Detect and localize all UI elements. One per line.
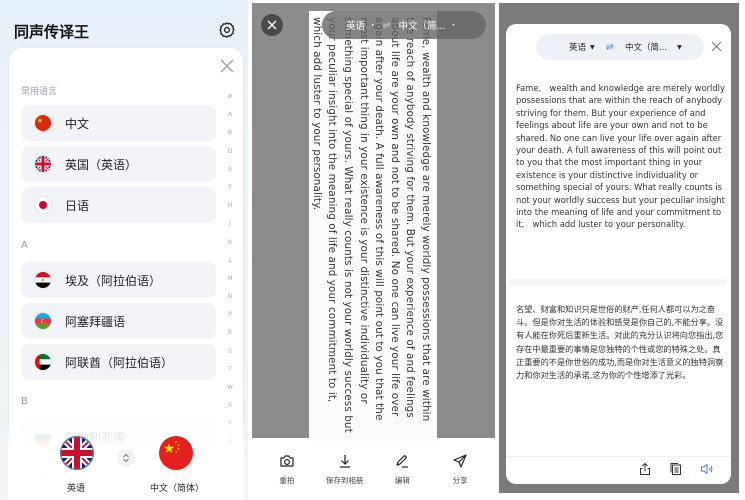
result-actions <box>638 462 714 476</box>
language-label: 中文 <box>65 116 90 131</box>
language-item-azerbaijani[interactable]: 阿塞拜疆语 <box>21 303 216 339</box>
index-letter[interactable]: T <box>228 361 232 379</box>
uk-flag-icon <box>35 156 51 172</box>
save-to-album-button[interactable]: 保存到相册 <box>317 453 373 486</box>
language-label: 日语 <box>65 198 90 213</box>
index-letter[interactable]: W <box>227 379 233 397</box>
index-letter[interactable]: A <box>228 106 232 124</box>
swap-vertical-icon <box>123 453 129 463</box>
index-letter[interactable]: S <box>228 343 232 361</box>
translation-result-screen: 英语 ▼ ⇌ 中文（简... ▼ Fame, wealth and knowle… <box>499 0 745 500</box>
index-letter[interactable]: L <box>228 252 231 270</box>
caret-down-icon: ▼ <box>590 43 595 51</box>
close-button[interactable] <box>261 14 283 36</box>
section-header-a: A <box>21 240 28 251</box>
japan-flag-icon <box>35 197 51 213</box>
close-icon <box>267 20 277 30</box>
source-language-button[interactable] <box>60 436 94 470</box>
azerbaijan-flag-icon <box>35 313 51 329</box>
share-icon[interactable] <box>638 462 652 476</box>
share-button[interactable]: 分享 <box>432 453 488 486</box>
uae-flag-icon <box>35 354 51 370</box>
tool-label: 保存到相册 <box>325 475 364 485</box>
target-language-label: 中文（简体） <box>150 484 205 494</box>
china-flag-icon <box>159 436 193 470</box>
gear-icon[interactable] <box>218 21 236 39</box>
source-language-dropdown[interactable]: 英语 <box>569 41 586 53</box>
index-letter[interactable]: K <box>228 234 232 252</box>
translated-text: 名望、财富和知识只是世俗的财产,任何人都可以为之奋斗。但是你对生活的体验和感受是… <box>516 304 724 381</box>
tool-label: 重拍 <box>279 475 295 485</box>
language-label: 阿联酋（阿拉伯语） <box>65 355 174 370</box>
section-header-b: B <box>21 396 28 407</box>
photo-text: Fame, wealth and knowledge are merely wo… <box>310 17 432 433</box>
swap-languages-button[interactable] <box>117 449 135 467</box>
language-item-egypt-arabic[interactable]: 埃及（阿拉伯语） <box>21 262 216 298</box>
photographed-document: Fame, wealth and knowledge are merely wo… <box>309 11 437 441</box>
edit-icon <box>396 454 409 468</box>
index-letter[interactable]: J <box>229 215 231 233</box>
uk-flag-icon <box>60 436 94 470</box>
app-title: 同声传译王 <box>14 23 90 41</box>
index-letter[interactable]: X <box>228 397 232 415</box>
language-label: 英国（英语） <box>65 157 138 172</box>
section-divider <box>510 279 727 285</box>
source-text: Fame, wealth and knowledge are merely wo… <box>516 83 725 230</box>
tool-label: 编辑 <box>394 475 410 485</box>
speaker-icon[interactable] <box>700 462 714 476</box>
language-item-english-uk[interactable]: 英国（英语） <box>21 146 216 182</box>
target-language-dropdown[interactable]: 中文（简... <box>399 18 446 32</box>
photo-toolbar: 重拍 保存到相册 编辑 分享 <box>252 438 495 500</box>
language-switcher[interactable]: 英语 ▼ ⇌ 中文（简... ▼ <box>536 34 704 60</box>
camera-icon <box>280 454 294 467</box>
close-icon[interactable] <box>219 58 235 74</box>
language-switcher[interactable]: 英语 • ⇌ 中文（简... • <box>322 11 486 39</box>
language-item-chinese[interactable]: 中文 <box>21 105 216 141</box>
egypt-flag-icon <box>35 272 51 288</box>
language-picker-screen: 同声传译王 常用语言 中文 英国（英语） 日语 A 埃及（阿拉伯语） 阿塞拜疆语… <box>0 0 248 500</box>
caret-down-icon: ▼ <box>677 43 682 51</box>
translation-card: 英语 ▼ ⇌ 中文（简... ▼ Fame, wealth and knowle… <box>506 24 731 484</box>
alphabet-index[interactable]: #ABDEFHJKLMNPRSTWXYZ <box>223 88 237 452</box>
section-header-common: 常用语言 <box>21 87 58 97</box>
index-letter[interactable]: F <box>228 179 231 197</box>
swap-icon[interactable]: ⇌ <box>383 20 391 31</box>
target-language-dropdown[interactable]: 中文（简... <box>625 41 667 53</box>
index-letter[interactable]: E <box>228 161 232 179</box>
index-letter[interactable]: M <box>227 270 232 288</box>
close-icon[interactable] <box>711 41 722 52</box>
source-language-dropdown[interactable]: 英语 <box>346 18 365 32</box>
index-letter[interactable]: N <box>228 288 233 306</box>
photo-translate-screen: Fame, wealth and knowledge are merely wo… <box>252 0 495 500</box>
edit-button[interactable]: 编辑 <box>374 453 430 486</box>
language-item-uae-arabic[interactable]: 阿联酋（阿拉伯语） <box>21 344 216 380</box>
retake-button[interactable]: 重拍 <box>259 453 315 486</box>
photo-preview: Fame, wealth and knowledge are merely wo… <box>252 3 495 441</box>
index-letter[interactable]: # <box>227 88 232 106</box>
swap-icon[interactable]: ⇌ <box>606 42 614 53</box>
copy-icon[interactable] <box>669 462 683 476</box>
index-letter[interactable]: H <box>228 197 233 215</box>
target-language-button[interactable] <box>159 436 193 470</box>
index-letter[interactable]: R <box>228 324 232 342</box>
language-label: 阿塞拜疆语 <box>65 314 126 329</box>
language-item-japanese[interactable]: 日语 <box>21 187 216 223</box>
index-letter[interactable]: P <box>228 306 232 324</box>
send-icon <box>453 453 467 468</box>
download-icon <box>339 454 350 468</box>
dropdown-dot-icon: • <box>371 21 375 29</box>
language-label: 埃及（阿拉伯语） <box>65 273 162 288</box>
footer-divider <box>506 456 731 457</box>
source-language-label: 英语 <box>67 484 86 494</box>
tool-label: 分享 <box>452 475 468 485</box>
index-letter[interactable]: B <box>228 124 232 142</box>
index-letter[interactable]: D <box>228 143 233 161</box>
china-flag-icon <box>35 115 51 131</box>
dropdown-dot-icon: • <box>451 21 456 29</box>
